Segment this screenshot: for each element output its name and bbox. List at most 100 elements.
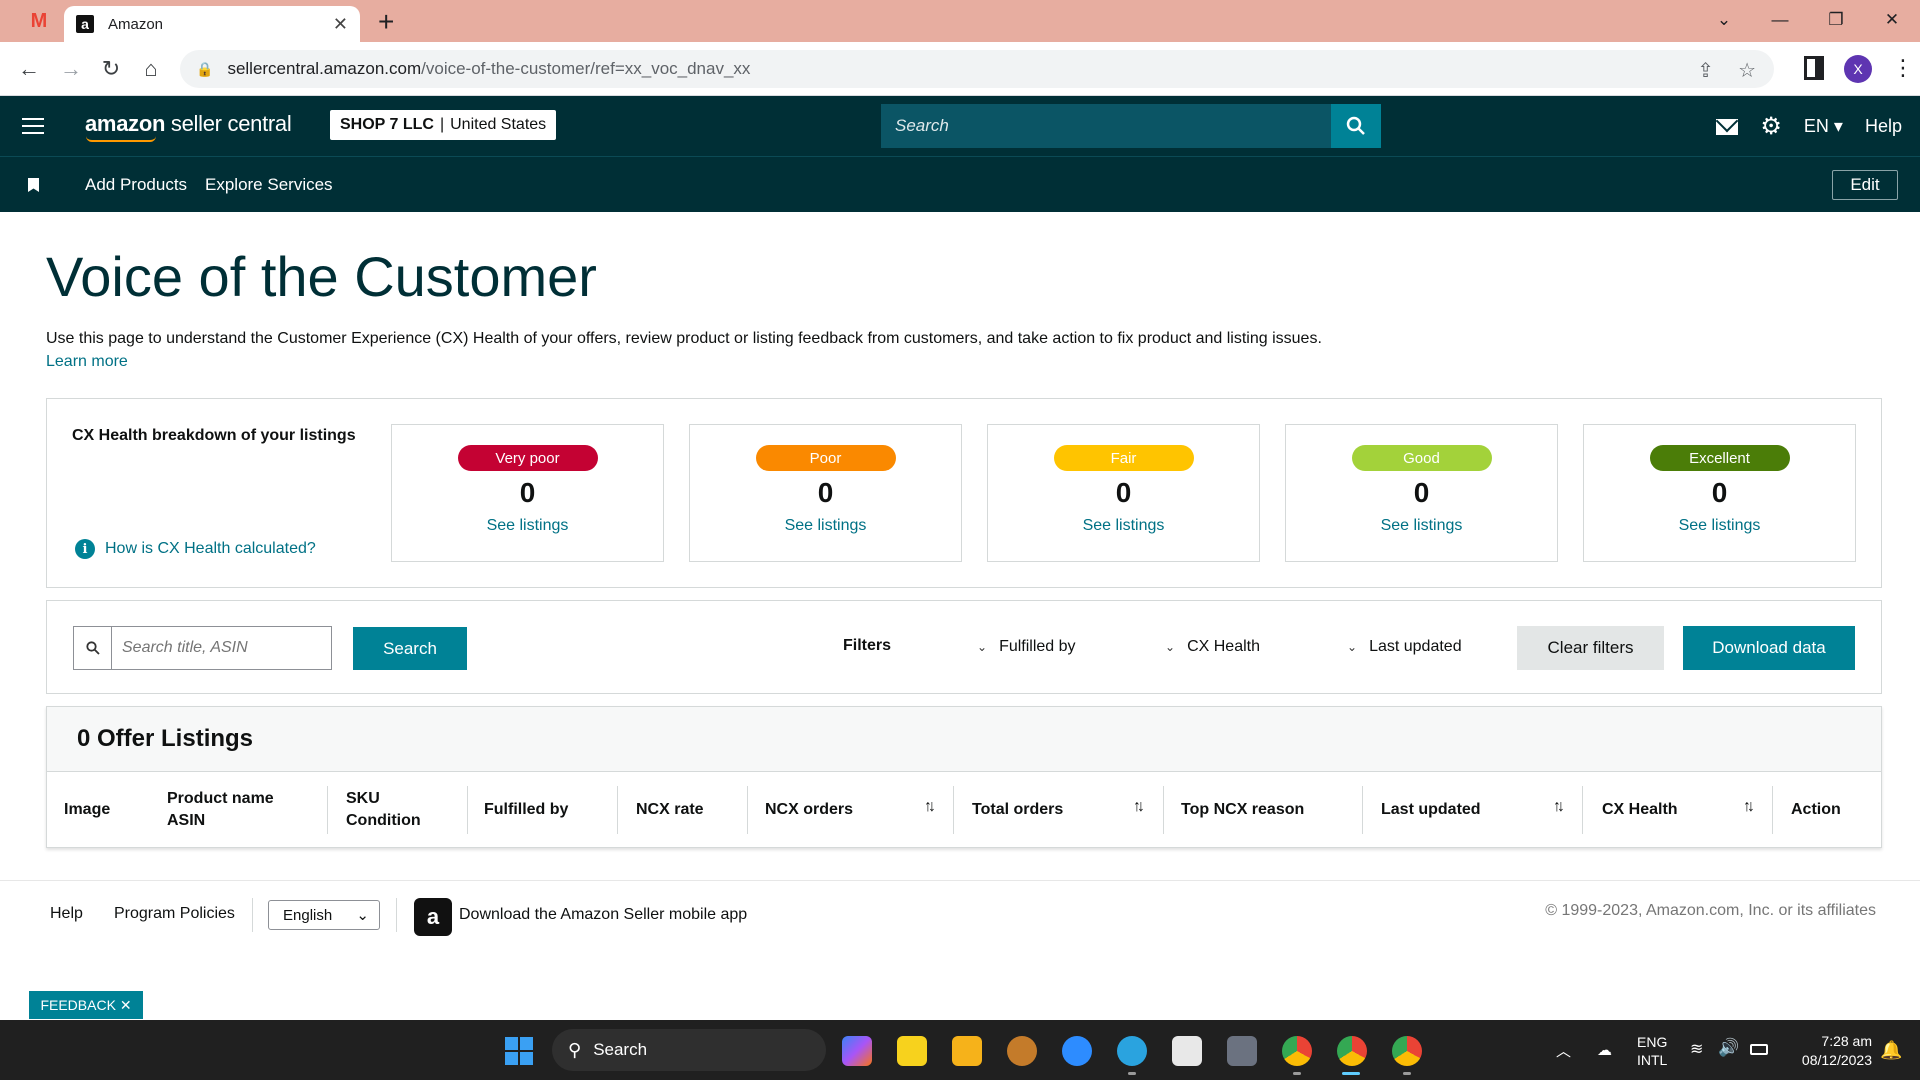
col-cx-health[interactable]: CX Health bbox=[1602, 772, 1678, 848]
chrome-icon[interactable] bbox=[1282, 1036, 1312, 1066]
col-last-updated[interactable]: Last updated bbox=[1381, 772, 1481, 848]
table-header-row: Image Product name ASIN SKU Condition Fulf… bbox=[47, 772, 1881, 848]
fair-see-listings[interactable]: See listings bbox=[988, 517, 1259, 535]
col-ncx-rate: NCX rate bbox=[636, 801, 704, 818]
chevron-up-icon[interactable]: ︿ bbox=[1556, 1040, 1571, 1061]
subnav-add-products[interactable]: Add Products bbox=[85, 175, 187, 195]
home-icon[interactable]: ⌂ bbox=[136, 54, 166, 84]
footer-language-select[interactable]: English ⌄ bbox=[268, 900, 380, 930]
browser-tab-bar: M a Amazon ✕ + ⌄ — ❐ ✕ bbox=[0, 0, 1920, 42]
profile-avatar[interactable]: X bbox=[1844, 55, 1872, 83]
close-tab-icon[interactable]: ✕ bbox=[333, 14, 348, 35]
close-icon[interactable]: ✕ bbox=[120, 997, 132, 1014]
download-app-link[interactable]: Download the Amazon Seller mobile app bbox=[459, 906, 747, 924]
chrome-profile-icon[interactable] bbox=[1337, 1036, 1367, 1066]
header-search-input[interactable]: Search bbox=[881, 104, 1331, 148]
minimize-button[interactable]: — bbox=[1752, 0, 1808, 40]
col-sku: SKU Condition bbox=[346, 790, 421, 829]
cx-health-dropdown[interactable]: ⌄ CX Health bbox=[1165, 638, 1260, 656]
page-title: Voice of the Customer bbox=[46, 245, 597, 308]
sticky-notes-icon[interactable] bbox=[897, 1036, 927, 1066]
snipping-tool-icon[interactable] bbox=[1172, 1036, 1202, 1066]
footer-program-policies-link[interactable]: Program Policies bbox=[114, 905, 235, 923]
excellent-see-listings[interactable]: See listings bbox=[1584, 517, 1855, 535]
maximize-button[interactable]: ❐ bbox=[1808, 0, 1864, 40]
good-see-listings[interactable]: See listings bbox=[1286, 517, 1557, 535]
column-divider bbox=[1163, 786, 1164, 834]
search-button[interactable]: Search bbox=[353, 627, 467, 670]
telegram-icon[interactable] bbox=[1117, 1036, 1147, 1066]
side-panel-icon[interactable] bbox=[1804, 56, 1824, 80]
address-bar[interactable]: 🔒 sellercentral.amazon.com/voice-of-the-… bbox=[180, 50, 1774, 88]
help-link[interactable]: Help bbox=[1865, 116, 1902, 137]
forward-icon[interactable]: → bbox=[56, 54, 86, 84]
notification-bell-icon[interactable]: 🔔 bbox=[1880, 1040, 1902, 1061]
header-search: Search bbox=[881, 104, 1381, 148]
col-ncx-orders[interactable]: NCX orders bbox=[765, 772, 853, 848]
clear-filters-button[interactable]: Clear filters bbox=[1517, 626, 1664, 670]
running-indicator bbox=[1128, 1072, 1136, 1075]
feedback-button[interactable]: FEEDBACK ✕ bbox=[29, 991, 143, 1019]
gear-icon[interactable]: ⚙ bbox=[1760, 112, 1782, 141]
copilot-icon[interactable] bbox=[842, 1036, 872, 1066]
calculator-icon[interactable] bbox=[1227, 1036, 1257, 1066]
poor-badge: Poor bbox=[755, 445, 896, 471]
sort-icon[interactable]: ↑↓ bbox=[1553, 798, 1565, 816]
sort-icon[interactable]: ↑↓ bbox=[924, 798, 936, 816]
col-total-orders[interactable]: Total orders bbox=[972, 772, 1063, 848]
share-icon[interactable]: ⇪ bbox=[1697, 58, 1714, 83]
hamburger-menu-icon[interactable] bbox=[22, 118, 44, 134]
reload-icon[interactable]: ↻ bbox=[96, 54, 126, 84]
seller-central-subnav: Add Products Explore Services Edit bbox=[0, 156, 1920, 212]
header-search-button[interactable] bbox=[1331, 104, 1381, 148]
cx-health-heading: CX Health breakdown of your listings bbox=[72, 427, 356, 444]
amazon-tab[interactable]: a Amazon ✕ bbox=[64, 6, 360, 42]
page-description: Use this page to understand the Customer… bbox=[46, 330, 1322, 347]
seller-central-logo[interactable]: amazon seller central bbox=[85, 111, 292, 137]
subnav-explore-services[interactable]: Explore Services bbox=[205, 175, 333, 195]
cx-health-how-link[interactable]: i How is CX Health calculated? bbox=[75, 539, 316, 559]
zoom-icon[interactable] bbox=[1062, 1036, 1092, 1066]
download-data-button[interactable]: Download data bbox=[1683, 626, 1855, 670]
last-updated-dropdown[interactable]: ⌄ Last updated bbox=[1347, 638, 1462, 656]
app-icon[interactable] bbox=[1007, 1036, 1037, 1066]
sort-icon[interactable]: ↑↓ bbox=[1743, 798, 1755, 816]
very-poor-see-listings[interactable]: See listings bbox=[392, 517, 663, 535]
input-language[interactable]: ENG INTL bbox=[1637, 1033, 1667, 1069]
mail-icon[interactable] bbox=[1716, 118, 1739, 135]
file-explorer-icon[interactable] bbox=[952, 1036, 982, 1066]
onedrive-icon[interactable]: ☁ bbox=[1597, 1041, 1612, 1059]
edit-button[interactable]: Edit bbox=[1832, 170, 1898, 200]
amazon-icon: a bbox=[76, 15, 94, 33]
volume-icon[interactable]: 🔊 bbox=[1718, 1038, 1739, 1058]
chevron-down-icon: ⌄ bbox=[1347, 640, 1358, 654]
language-selector[interactable]: EN ▾ bbox=[1804, 116, 1843, 137]
footer-divider bbox=[252, 898, 253, 932]
chrome-profile-icon[interactable] bbox=[1392, 1036, 1422, 1066]
lock-icon[interactable]: 🔒 bbox=[196, 61, 213, 78]
new-tab-button[interactable]: + bbox=[378, 6, 394, 38]
bookmark-star-icon[interactable]: ☆ bbox=[1738, 58, 1756, 83]
seller-central-header: amazon seller central SHOP 7 LLC | Unite… bbox=[0, 96, 1920, 156]
taskbar-clock[interactable]: 7:28 am 08/12/2023 bbox=[1782, 1032, 1872, 1070]
learn-more-link[interactable]: Learn more bbox=[46, 353, 128, 371]
footer-help-link[interactable]: Help bbox=[50, 905, 83, 923]
browser-menu-icon[interactable]: ⋮ bbox=[1892, 56, 1914, 80]
poor-see-listings[interactable]: See listings bbox=[690, 517, 961, 535]
fulfilled-by-dropdown[interactable]: ⌄ Fulfilled by bbox=[977, 638, 1076, 656]
tab-search-icon[interactable]: ⌄ bbox=[1696, 0, 1752, 40]
back-icon[interactable]: ← bbox=[14, 54, 44, 84]
wifi-icon[interactable]: ≋ bbox=[1690, 1039, 1703, 1059]
listing-search-input[interactable] bbox=[112, 627, 331, 669]
sort-icon[interactable]: ↑↓ bbox=[1133, 798, 1145, 816]
windows-start-icon[interactable] bbox=[505, 1037, 533, 1065]
gmail-tab[interactable]: M bbox=[18, 10, 60, 32]
taskbar-search[interactable]: ⚲ Search bbox=[552, 1029, 826, 1071]
account-switcher[interactable]: SHOP 7 LLC | United States bbox=[330, 110, 557, 140]
good-badge: Good bbox=[1351, 445, 1492, 471]
cx-box-fair: Fair 0 See listings bbox=[987, 424, 1260, 562]
battery-icon[interactable] bbox=[1750, 1044, 1768, 1055]
close-window-button[interactable]: ✕ bbox=[1864, 0, 1920, 40]
bookmark-icon[interactable] bbox=[28, 178, 39, 192]
seller-app-icon[interactable]: a bbox=[414, 898, 452, 936]
